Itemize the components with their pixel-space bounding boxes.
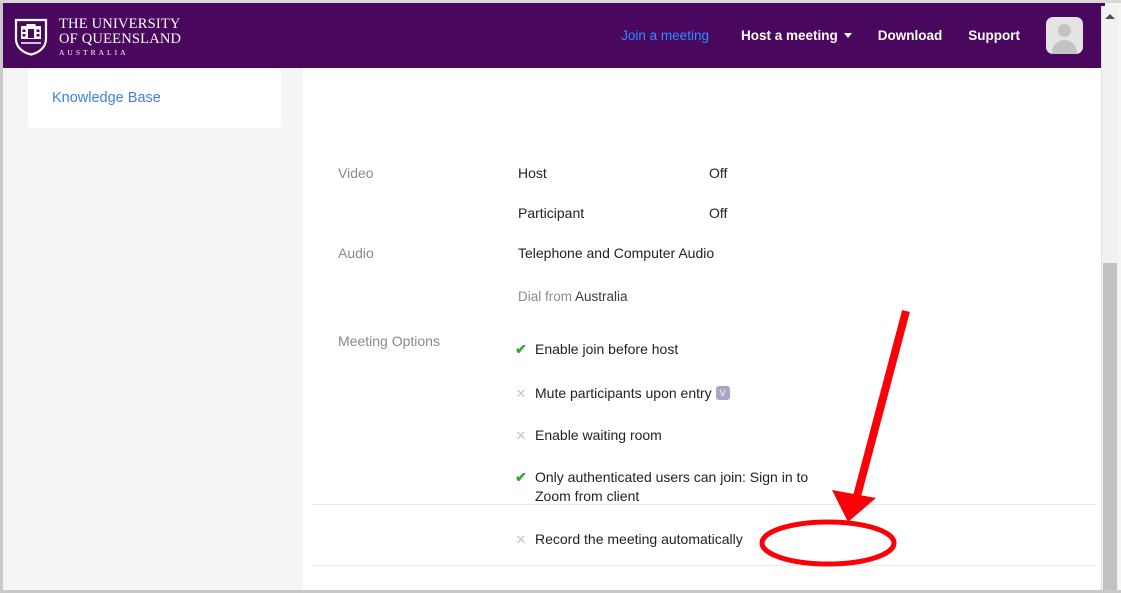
cross-icon: ✕ xyxy=(515,386,527,401)
knowledge-base-link[interactable]: Knowledge Base xyxy=(52,90,161,106)
avatar[interactable] xyxy=(1046,17,1083,54)
option-mute-participants-upon-entry: ✕ Mute participants upon entry V xyxy=(516,384,865,403)
vertical-scrollbar[interactable] xyxy=(1101,6,1118,590)
site-header: THE UNIVERSITY OF QUEENSLAND AUSTRALIA J… xyxy=(3,3,1105,68)
video-participant-state: Off xyxy=(709,205,728,221)
nav-download[interactable]: Download xyxy=(878,28,943,43)
chevron-down-icon xyxy=(843,33,852,38)
video-participant-label: Participant xyxy=(518,205,585,221)
option-label: Mute participants upon entry xyxy=(535,385,712,401)
meeting-details-panel: Video Host Off Participant Off Audio Tel… xyxy=(303,68,1105,590)
nav-join-a-meeting[interactable]: Join a meeting xyxy=(621,28,709,43)
knowledge-base-card: Knowledge Base xyxy=(28,69,281,128)
uq-logo-line2: OF QUEENSLAND xyxy=(59,31,182,48)
top-navigation: Join a meeting Host a meeting Download S… xyxy=(621,3,1083,68)
option-enable-waiting-room: ✕ Enable waiting room xyxy=(516,426,865,445)
uq-wordmark: THE UNIVERSITY OF QUEENSLAND AUSTRALIA xyxy=(59,16,182,58)
option-label: Enable join before host xyxy=(535,341,679,357)
video-host-state: Off xyxy=(709,165,728,181)
check-icon: ✔ xyxy=(515,469,527,485)
meeting-options-label: Meeting Options xyxy=(338,333,440,349)
uq-logo[interactable]: THE UNIVERSITY OF QUEENSLAND AUSTRALIA xyxy=(13,16,182,58)
avatar-body xyxy=(1052,40,1077,54)
audio-section-label: Audio xyxy=(338,245,374,261)
option-enable-join-before-host: ✔ Enable join before host xyxy=(515,340,865,359)
uq-crest-icon xyxy=(13,18,49,56)
option-label: Enable waiting room xyxy=(535,427,662,443)
footer-top-divider xyxy=(312,504,1096,505)
nav-support[interactable]: Support xyxy=(968,28,1020,43)
audio-dial-country: Australia xyxy=(575,289,628,304)
avatar-head xyxy=(1058,24,1071,37)
option-label: Record the meeting automatically xyxy=(535,531,743,547)
option-label: Only authenticated users can join: Sign … xyxy=(535,469,809,504)
browser-window: THE UNIVERSITY OF QUEENSLAND AUSTRALIA J… xyxy=(0,0,1121,593)
mute-info-badge-icon: V xyxy=(715,386,730,400)
nav-host-label: Host a meeting xyxy=(740,28,838,43)
uq-logo-line1: THE UNIVERSITY xyxy=(59,16,181,32)
uq-logo-line3: AUSTRALIA xyxy=(59,48,129,58)
option-only-authenticated-users: ✔ Only authenticated users can join: Sig… xyxy=(515,468,825,506)
scroll-up-arrow-icon[interactable] xyxy=(1102,8,1118,24)
option-record-automatically: ✕ Record the meeting automatically xyxy=(516,530,865,549)
footer-bottom-divider xyxy=(312,565,1096,566)
cross-icon: ✕ xyxy=(515,532,527,547)
audio-dial-prefix: Dial from xyxy=(518,289,576,304)
audio-dial-from: Dial from Australia xyxy=(518,289,628,304)
check-icon: ✔ xyxy=(515,341,527,357)
cross-icon: ✕ xyxy=(515,428,527,443)
video-host-label: Host xyxy=(518,165,547,181)
video-section-label: Video xyxy=(338,165,374,181)
scrollbar-thumb[interactable] xyxy=(1103,263,1117,590)
nav-host-a-meeting[interactable]: Host a meeting xyxy=(741,28,852,43)
audio-value: Telephone and Computer Audio xyxy=(518,245,715,261)
